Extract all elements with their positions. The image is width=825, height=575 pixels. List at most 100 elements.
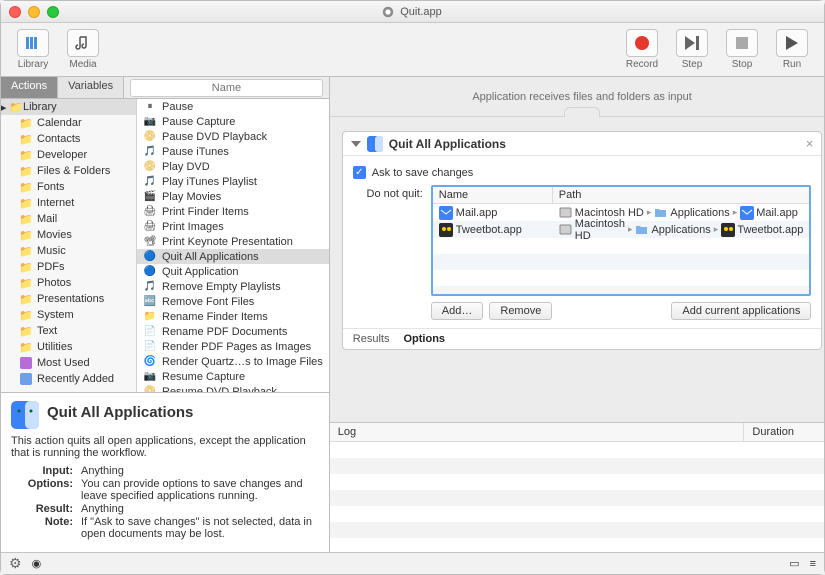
sidebar-item-presentations[interactable]: 📁Presentations	[1, 291, 136, 307]
log-column-log[interactable]: Log	[330, 423, 745, 441]
record-button[interactable]: Record	[620, 29, 664, 70]
add-button[interactable]: Add…	[431, 302, 484, 320]
tabs-search-bar: Actions Variables	[1, 77, 329, 99]
action-label: Play Movies	[162, 191, 221, 203]
action-item[interactable]: 📄Render PDF Pages as Images	[137, 339, 329, 354]
action-item[interactable]: 🎵Remove Empty Playlists	[137, 279, 329, 294]
folder-icon: 📁	[19, 116, 33, 130]
action-item[interactable]: 📽Print Keynote Presentation	[137, 234, 329, 249]
table-row[interactable]: Tweetbot.appMacintosh HD▸Applications▸Tw…	[433, 221, 810, 238]
chevron-right-icon: ▸	[647, 207, 652, 218]
search-input[interactable]	[130, 79, 323, 97]
library-sidebar[interactable]: ▸ 📁Library📁Calendar📁Contacts📁Developer📁F…	[1, 99, 137, 392]
action-icon: 📷	[143, 370, 157, 384]
sidebar-item-photos[interactable]: 📁Photos	[1, 275, 136, 291]
action-item[interactable]: ⏸Pause	[137, 99, 329, 114]
sidebar-item-internet[interactable]: 📁Internet	[1, 195, 136, 211]
action-item[interactable]: 🖨Print Finder Items	[137, 204, 329, 219]
action-item[interactable]: 📀Pause DVD Playback	[137, 129, 329, 144]
stop-icon	[726, 29, 758, 57]
action-item[interactable]: 🎵Pause iTunes	[137, 144, 329, 159]
workflow-canvas[interactable]: Quit All Applications × ✓ Ask to save ch…	[330, 117, 824, 422]
disclosure-triangle-icon[interactable]	[351, 141, 361, 147]
add-current-applications-button[interactable]: Add current applications	[671, 302, 811, 320]
view-list-icon[interactable]: ≡	[810, 558, 816, 570]
action-item[interactable]: 📀Play DVD	[137, 159, 329, 174]
folder-icon: ▸ 📁	[5, 100, 19, 114]
gear-icon[interactable]: ⚙	[9, 555, 22, 572]
sidebar-item-utilities[interactable]: 📁Utilities	[1, 339, 136, 355]
chevron-right-icon: ▸	[714, 224, 719, 235]
sidebar-item-label: Library	[23, 101, 57, 113]
step-button[interactable]: Step	[670, 29, 714, 70]
action-item[interactable]: 📄Rename PDF Documents	[137, 324, 329, 339]
stop-button[interactable]: Stop	[720, 29, 764, 70]
info-row-label: Note:	[11, 516, 73, 540]
sidebar-item-calendar[interactable]: 📁Calendar	[1, 115, 136, 131]
zoom-window-button[interactable]	[47, 6, 59, 18]
sidebar-item-label: Recently Added	[37, 373, 114, 385]
sidebar-item-label: Presentations	[37, 293, 104, 305]
media-button[interactable]: Media	[61, 29, 105, 70]
action-icon: 🎵	[143, 175, 157, 189]
action-item[interactable]: 🎬Play Movies	[137, 189, 329, 204]
sidebar-item-label: Movies	[37, 229, 72, 241]
col-path[interactable]: Path	[553, 187, 810, 203]
footer-options-tab[interactable]: Options	[403, 333, 445, 345]
sidebar-item-fonts[interactable]: 📁Fonts	[1, 179, 136, 195]
action-item[interactable]: 📷Resume Capture	[137, 369, 329, 384]
run-button[interactable]: Run	[770, 29, 814, 70]
do-not-quit-table[interactable]: Name Path Mail.appMacintosh HD▸Applicati…	[431, 185, 812, 296]
folder-icon: 📁	[19, 164, 33, 178]
log-column-duration[interactable]: Duration	[744, 423, 824, 441]
folder-icon: 📁	[19, 244, 33, 258]
sidebar-item-mail[interactable]: 📁Mail	[1, 211, 136, 227]
minimize-window-button[interactable]	[28, 6, 40, 18]
action-card-header[interactable]: Quit All Applications ×	[343, 132, 822, 156]
sidebar-item-text[interactable]: 📁Text	[1, 323, 136, 339]
sidebar-item-contacts[interactable]: 📁Contacts	[1, 131, 136, 147]
close-window-button[interactable]	[9, 6, 21, 18]
sidebar-item-system[interactable]: 📁System	[1, 307, 136, 323]
action-item[interactable]: 🌀Render Quartz…s to Image Files	[137, 354, 329, 369]
library-button[interactable]: Library	[11, 29, 55, 70]
action-item[interactable]: 🎵Play iTunes Playlist	[137, 174, 329, 189]
workflow-input-bar[interactable]: Application receives files and folders a…	[330, 77, 824, 117]
action-item[interactable]: 📷Pause Capture	[137, 114, 329, 129]
info-row-value: Anything	[81, 503, 319, 515]
do-not-quit-label: Do not quit:	[353, 185, 423, 200]
sidebar-smart-most-used[interactable]: Most Used	[1, 355, 136, 371]
sidebar-item-developer[interactable]: 📁Developer	[1, 147, 136, 163]
folder-icon: 📁	[19, 260, 33, 274]
action-item[interactable]: 🖨Print Images	[137, 219, 329, 234]
tab-variables[interactable]: Variables	[58, 77, 124, 98]
tab-actions[interactable]: Actions	[1, 77, 58, 98]
sidebar-item-label: Internet	[37, 197, 74, 209]
ask-to-save-checkbox[interactable]: ✓	[353, 166, 366, 179]
action-item[interactable]: 📁Rename Finder Items	[137, 309, 329, 324]
action-item[interactable]: 📀Resume DVD Playback	[137, 384, 329, 392]
action-label: Pause Capture	[162, 116, 235, 128]
action-card-close-icon[interactable]: ×	[806, 136, 814, 151]
footer-results-tab[interactable]: Results	[353, 333, 390, 345]
sidebar-item-label: Mail	[37, 213, 57, 225]
app-icon	[439, 223, 452, 236]
actions-list[interactable]: ⏸Pause📷Pause Capture📀Pause DVD Playback🎵…	[137, 99, 329, 392]
finder-icon	[11, 401, 39, 429]
remove-button[interactable]: Remove	[489, 302, 552, 320]
col-name[interactable]: Name	[433, 187, 553, 203]
sidebar-smart-recently-added[interactable]: Recently Added	[1, 371, 136, 387]
sidebar-library-root[interactable]: ▸ 📁 Library	[1, 99, 136, 115]
ask-to-save-label: Ask to save changes	[372, 167, 474, 179]
sidebar-item-pdfs[interactable]: 📁PDFs	[1, 259, 136, 275]
info-description: This action quits all open applications,…	[11, 435, 319, 459]
sidebar-item-files-folders[interactable]: 📁Files & Folders	[1, 163, 136, 179]
sidebar-item-music[interactable]: 📁Music	[1, 243, 136, 259]
action-item[interactable]: 🔵Quit All Applications	[137, 249, 329, 264]
sidebar-item-movies[interactable]: 📁Movies	[1, 227, 136, 243]
info-panel: Quit All Applications This action quits …	[1, 392, 329, 552]
view-flow-icon[interactable]: ▭	[789, 557, 799, 570]
action-item[interactable]: 🔤Remove Font Files	[137, 294, 329, 309]
action-item[interactable]: 🔵Quit Application	[137, 264, 329, 279]
action-card-footer: Results Options	[343, 328, 822, 349]
